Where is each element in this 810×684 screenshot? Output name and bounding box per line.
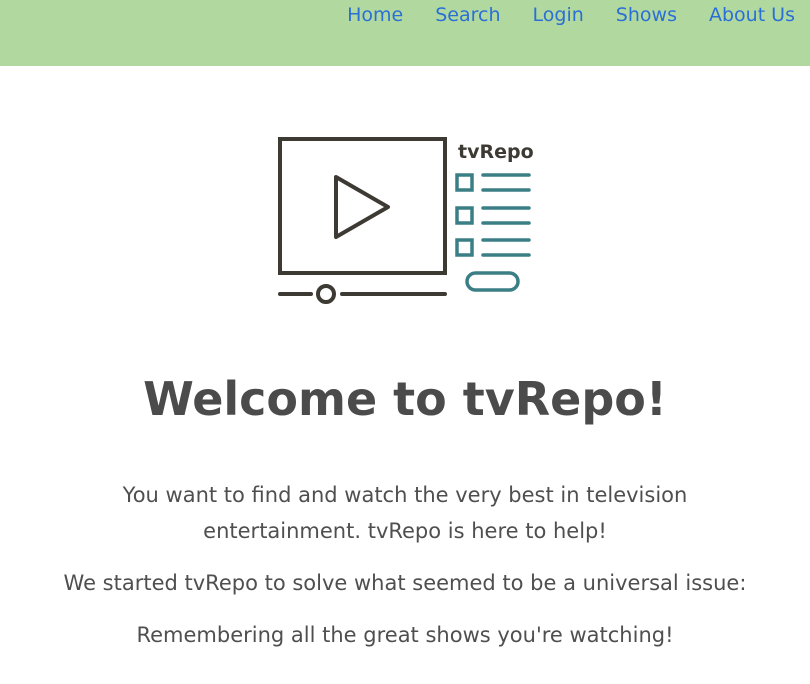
nav-item-login: Login: [533, 4, 584, 26]
top-navbar: Home Search Login Shows About Us: [0, 0, 810, 66]
play-icon: [334, 175, 390, 239]
page-title: Welcome to tvRepo!: [143, 372, 667, 426]
nav-item-shows: Shows: [616, 4, 677, 26]
nav-link-login[interactable]: Login: [533, 4, 584, 26]
nav-item-search: Search: [435, 4, 500, 26]
checklist-icon: [455, 173, 531, 292]
nav-link-about-us[interactable]: About Us: [709, 4, 795, 26]
nav-link-home[interactable]: Home: [347, 4, 403, 26]
nav-link-shows[interactable]: Shows: [616, 4, 677, 26]
nav-item-about: About Us: [709, 4, 795, 26]
nav-links: Home Search Login Shows About Us: [347, 4, 795, 26]
intro-line-1: You want to find and watch the very best…: [122, 483, 688, 507]
logo-text: tvRepo: [458, 141, 534, 163]
intro-line-2: entertainment. tvRepo is here to help!: [203, 519, 607, 543]
mission-paragraph: We started tvRepo to solve what seemed t…: [63, 571, 747, 595]
video-frame-icon: [278, 137, 447, 275]
nav-item-home: Home: [347, 4, 403, 26]
tagline-paragraph: Remembering all the great shows you're w…: [136, 623, 674, 647]
intro-paragraph: You want to find and watch the very best…: [0, 477, 810, 549]
tvrepo-logo: tvRepo: [278, 137, 534, 304]
nav-link-search[interactable]: Search: [435, 4, 500, 26]
progress-knob-icon: [316, 284, 336, 304]
